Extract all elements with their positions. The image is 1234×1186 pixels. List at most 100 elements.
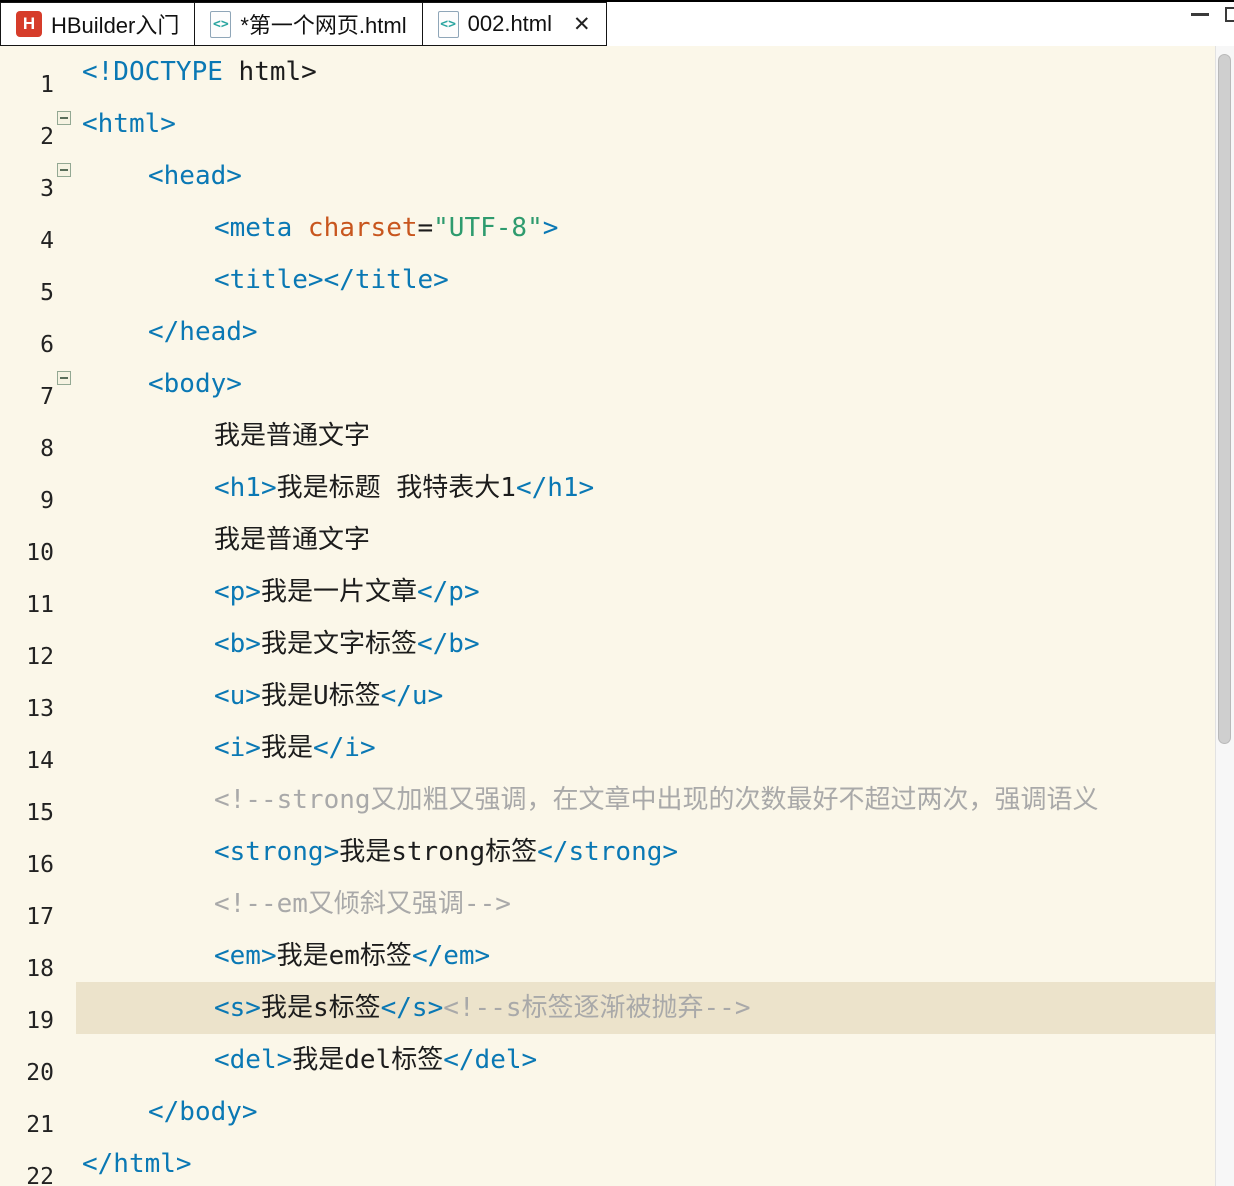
code-line[interactable]: 8 我是普通文字 (0, 410, 1234, 462)
code-content: <b>我是文字标签</b> (76, 618, 1234, 670)
vertical-scrollbar[interactable] (1215, 46, 1234, 1186)
code-content: 我是普通文字 (76, 410, 1234, 462)
code-content: <u>我是U标签</u> (76, 670, 1234, 722)
code-content: <head> (76, 150, 1234, 202)
line-number[interactable]: 15 (0, 787, 54, 839)
fold-slot (54, 982, 76, 1034)
code-line[interactable]: 1 <!DOCTYPE html> (0, 46, 1234, 98)
fold-slot (54, 670, 76, 722)
token-plain: 我是s标签 (260, 993, 381, 1023)
token-tag: </body> (148, 1097, 258, 1127)
close-icon[interactable]: ✕ (573, 12, 591, 37)
code-lines-container: 1 <!DOCTYPE html> 2 <html> 3 <head> 4 <meta cha… (0, 46, 1234, 1186)
code-content: </head> (76, 306, 1234, 358)
line-number[interactable]: 9 (0, 475, 54, 527)
fold-collapse-icon[interactable] (57, 111, 71, 125)
line-number[interactable]: 2 (0, 111, 54, 163)
code-line[interactable]: 5 <title></title> (0, 254, 1234, 306)
line-number[interactable]: 16 (0, 839, 54, 891)
token-plain: 我是标题 我特表大1 (276, 473, 516, 503)
line-number[interactable]: 21 (0, 1099, 54, 1151)
token-tag: </i> (312, 733, 376, 763)
line-number[interactable]: 13 (0, 683, 54, 735)
fold-slot (54, 46, 76, 98)
line-number[interactable]: 14 (0, 735, 54, 787)
token-plain: 我是strong标签 (339, 837, 538, 867)
line-number[interactable]: 22 (0, 1151, 54, 1186)
line-number[interactable]: 5 (0, 267, 54, 319)
code-line[interactable]: 15 <!--strong又加粗又强调，在文章中出现的次数最好不超过两次，强调语义 (0, 774, 1234, 826)
fold-collapse-icon[interactable] (57, 371, 71, 385)
code-line[interactable]: 17 <!--em又倾斜又强调--> (0, 878, 1234, 930)
line-number[interactable]: 19 (0, 995, 54, 1047)
code-line[interactable]: 11 <p>我是一片文章</p> (0, 566, 1234, 618)
token-tag: </del> (443, 1045, 538, 1075)
line-number[interactable]: 17 (0, 891, 54, 943)
token-tag: </h1> (515, 473, 595, 503)
window-controls (1191, 6, 1234, 22)
code-line[interactable]: 2 <html> (0, 98, 1234, 150)
fold-collapse-icon[interactable] (57, 163, 71, 177)
code-line[interactable]: 14 <i>我是</i> (0, 722, 1234, 774)
code-line[interactable]: 13 <u>我是U标签</u> (0, 670, 1234, 722)
code-line[interactable]: 18 <em>我是em标签</em> (0, 930, 1234, 982)
code-line[interactable]: 3 <head> (0, 150, 1234, 202)
fold-slot (54, 98, 76, 150)
editor-tab[interactable]: <> *第一个网页.html (194, 2, 423, 46)
code-content: <strong>我是strong标签</strong> (76, 826, 1234, 878)
token-tag: <i> (214, 733, 261, 763)
gutter[interactable]: 1 (0, 46, 76, 98)
token-plain: 我是em标签 (276, 941, 412, 971)
line-number[interactable]: 3 (0, 163, 54, 215)
hbuilder-window: H HBuilder入门 <> *第一个网页.html <> 002.html ✕ 1 <!D… (0, 0, 1234, 1186)
token-tag: </s> (380, 993, 444, 1023)
code-line[interactable]: 9 <h1>我是标题 我特表大1</h1> (0, 462, 1234, 514)
line-number[interactable]: 11 (0, 579, 54, 631)
line-number[interactable]: 1 (0, 59, 54, 111)
code-content: <del>我是del标签</del> (76, 1034, 1234, 1086)
token-tag: > (542, 213, 559, 243)
token-comment: <!--s标签逐渐被抛弃--> (443, 993, 751, 1023)
maximize-icon[interactable] (1225, 7, 1234, 22)
fold-slot (54, 722, 76, 774)
line-number[interactable]: 6 (0, 319, 54, 371)
token-plain: 我是普通文字 (214, 525, 371, 555)
token-tag: <b> (214, 629, 261, 659)
line-number[interactable]: 12 (0, 631, 54, 683)
token-tag: <s> (214, 993, 261, 1023)
code-line[interactable]: 7 <body> (0, 358, 1234, 410)
fold-slot (54, 618, 76, 670)
token-tag: </em> (411, 941, 491, 971)
code-line[interactable]: 22 </html> (0, 1138, 1234, 1186)
fold-slot (54, 1034, 76, 1086)
code-line[interactable]: 6 </head> (0, 306, 1234, 358)
token-tag: </u> (380, 681, 444, 711)
line-number[interactable]: 20 (0, 1047, 54, 1099)
code-line[interactable]: 19 <s>我是s标签</s><!--s标签逐渐被抛弃--> (0, 982, 1234, 1034)
line-number[interactable]: 18 (0, 943, 54, 995)
code-line[interactable]: 21 </body> (0, 1086, 1234, 1138)
code-line[interactable]: 12 <b>我是文字标签</b> (0, 618, 1234, 670)
fold-slot (54, 202, 76, 254)
editor-tab[interactable]: <> 002.html ✕ (421, 2, 607, 46)
line-number[interactable]: 10 (0, 527, 54, 579)
line-number[interactable]: 4 (0, 215, 54, 267)
token-tag: </head> (148, 317, 258, 347)
code-content: <meta charset="UTF-8"> (76, 202, 1234, 254)
code-line[interactable]: 20 <del>我是del标签</del> (0, 1034, 1234, 1086)
line-number[interactable]: 7 (0, 371, 54, 423)
code-line[interactable]: 4 <meta charset="UTF-8"> (0, 202, 1234, 254)
code-content: <html> (76, 98, 1234, 150)
html-file-icon: <> (437, 10, 459, 38)
token-value: "UTF-8" (433, 213, 543, 243)
scrollbar-thumb[interactable] (1218, 54, 1231, 744)
line-number[interactable]: 8 (0, 423, 54, 475)
fold-slot (54, 878, 76, 930)
token-tag: <body> (148, 369, 242, 399)
code-line[interactable]: 16 <strong>我是strong标签</strong> (0, 826, 1234, 878)
editor-tab[interactable]: H HBuilder入门 (0, 2, 196, 46)
code-content: <!DOCTYPE html> (76, 46, 1234, 98)
token-comment: <!--strong又加粗又强调，在文章中出现的次数最好不超过两次，强调语义 (214, 785, 1099, 815)
code-line[interactable]: 10 我是普通文字 (0, 514, 1234, 566)
minimize-icon[interactable] (1191, 13, 1209, 16)
